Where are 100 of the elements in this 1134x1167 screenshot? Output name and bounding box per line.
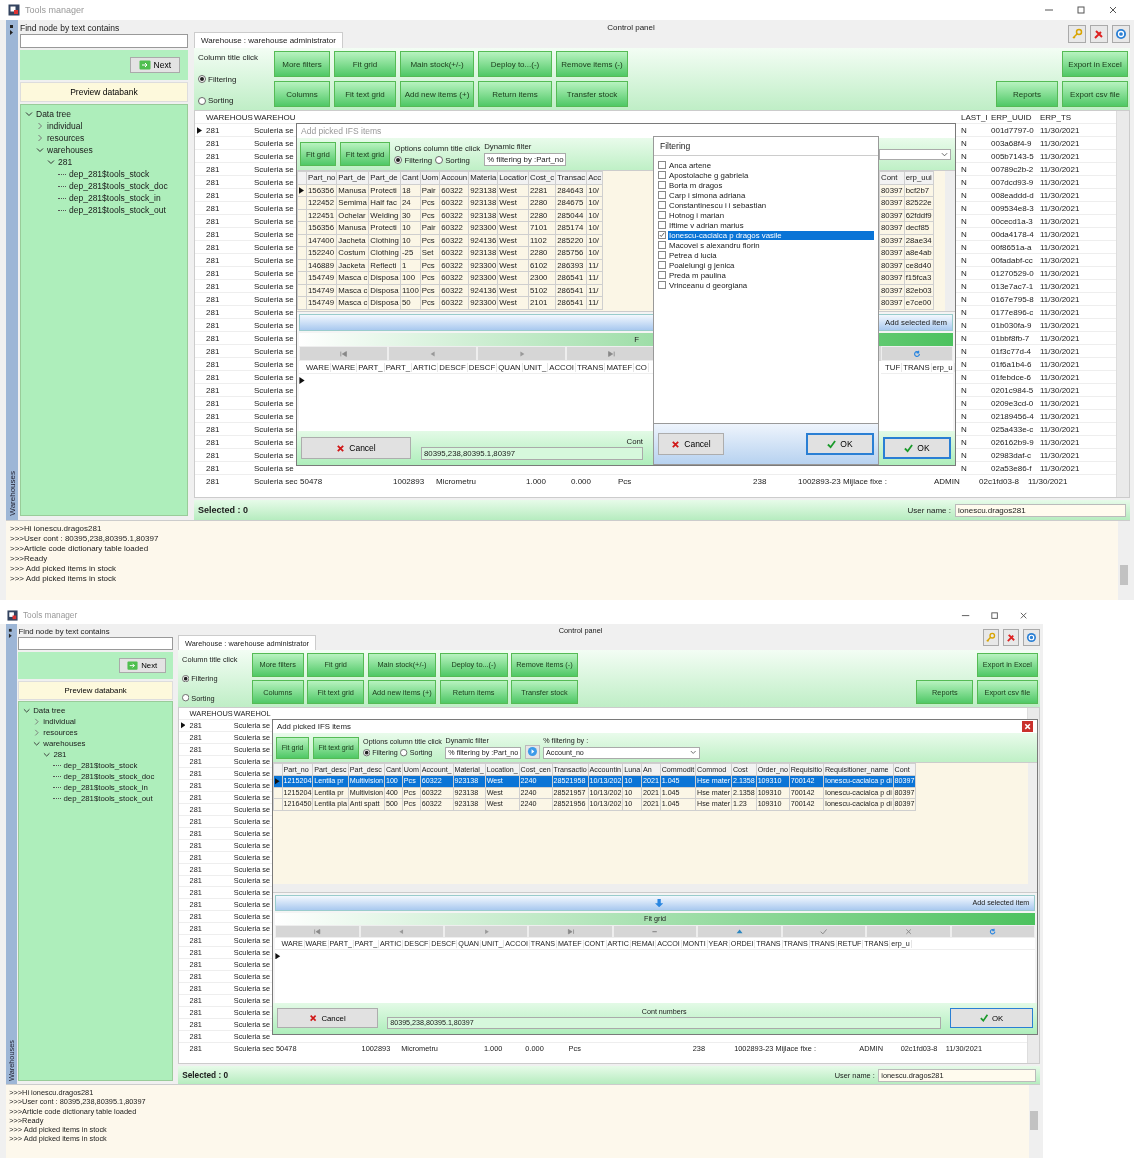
column-dropdown[interactable] [879, 148, 951, 160]
vertical-scrollbar[interactable] [945, 171, 955, 311]
tree-item[interactable]: dep_281$tools_stock [69, 169, 150, 179]
checkbox[interactable] [658, 211, 666, 219]
toolbar-button[interactable]: Main stock(+/-) [367, 652, 436, 677]
maximize-icon[interactable] [1076, 5, 1086, 15]
expand-toggle-icon[interactable] [36, 122, 44, 130]
column-header[interactable]: ERP_TS [1037, 112, 1092, 122]
expand-toggle-icon[interactable] [33, 729, 41, 737]
pin-icon[interactable] [8, 628, 14, 640]
horizontal-scrollbar[interactable] [273, 883, 1028, 893]
radio-button[interactable] [198, 96, 206, 105]
toolbar-button[interactable]: Deploy to...(-) [478, 51, 552, 77]
toolbar-button[interactable]: Reports [996, 81, 1058, 107]
radio-button[interactable] [182, 674, 190, 683]
next-button[interactable]: Next [129, 57, 180, 73]
checkbox[interactable] [658, 261, 666, 269]
toolbar-button[interactable]: Transfer stock [511, 680, 578, 705]
expand-toggle-icon[interactable] [36, 134, 44, 142]
tools-button[interactable] [1002, 629, 1020, 646]
toolbar-button[interactable]: Columns [274, 81, 330, 107]
toolbar-button[interactable]: Remove items (-) [556, 51, 628, 77]
tree-item[interactable]: individual [47, 121, 83, 131]
tree-item[interactable]: resources [47, 133, 85, 143]
cancel-button[interactable]: Cancel [658, 433, 724, 455]
ok-button[interactable]: OK [806, 433, 874, 455]
toolbar-button[interactable]: Add new items (+) [367, 680, 436, 705]
tools-button[interactable] [1090, 25, 1108, 43]
toolbar-button[interactable]: Fit text grid [334, 81, 396, 107]
tree-item[interactable]: warehouses [47, 145, 93, 155]
toolbar-button[interactable]: Columns [252, 680, 304, 705]
radio-button[interactable] [435, 156, 444, 164]
vertical-scrollbar[interactable] [1116, 111, 1129, 497]
help-button[interactable] [1112, 25, 1130, 43]
refresh-button[interactable] [881, 346, 953, 361]
expand-toggle-icon[interactable] [36, 146, 44, 154]
vertical-scrollbar[interactable] [1028, 1085, 1040, 1158]
pin-icon[interactable] [9, 24, 15, 36]
preview-button[interactable]: Preview databank [20, 82, 188, 102]
user-name-field[interactable]: ionescu.dragos281 [878, 1068, 1036, 1082]
checkbox[interactable] [658, 161, 666, 169]
radio-button[interactable] [400, 749, 408, 757]
last-record-button[interactable] [566, 346, 655, 361]
apply-filter-button[interactable] [524, 744, 540, 760]
toolbar-button[interactable]: Export csv file [1062, 81, 1128, 107]
checkbox[interactable] [658, 181, 666, 189]
help-button[interactable] [1023, 629, 1040, 646]
user-name-field[interactable]: ionescu.dragos281 [955, 503, 1126, 517]
ok-button[interactable]: OK [883, 437, 951, 459]
checkbox[interactable] [658, 281, 666, 289]
expand-toggle-icon[interactable] [33, 740, 41, 748]
radio-button[interactable] [363, 749, 371, 757]
checkbox[interactable] [658, 241, 666, 249]
key-button[interactable] [1068, 25, 1086, 43]
column-header[interactable]: LAST_I [958, 112, 988, 122]
expand-toggle-icon[interactable] [47, 158, 55, 166]
tab[interactable]: Warehouse : warehouse administrator [194, 32, 343, 48]
checkbox[interactable] [658, 171, 666, 179]
expand-toggle-icon[interactable] [23, 706, 31, 715]
tree-item[interactable]: 281 [58, 157, 73, 167]
toolbar-button[interactable]: Remove items (-) [511, 652, 578, 677]
toolbar-button[interactable]: Transfer stock [556, 81, 628, 107]
toolbar-button[interactable]: Deploy to...(-) [439, 652, 508, 677]
toolbar-button[interactable]: Export in Excel [977, 652, 1038, 677]
toolbar-button[interactable]: Add new items (+) [400, 81, 474, 107]
column-header[interactable]: ERP_UUID [988, 112, 1037, 122]
close-button[interactable] [1022, 721, 1034, 733]
tab[interactable]: Warehouse : warehouse administrator [178, 635, 316, 651]
toolbar-button[interactable]: Return items [439, 680, 508, 705]
find-field[interactable] [20, 34, 188, 48]
toolbar-button[interactable]: Export in Excel [1062, 51, 1128, 77]
key-button[interactable] [982, 629, 1000, 646]
toolbar-button[interactable]: Fit grid [334, 51, 396, 77]
close-icon[interactable] [1019, 610, 1029, 620]
toolbar-button[interactable]: More filters [274, 51, 330, 77]
checkbox[interactable] [658, 221, 666, 229]
radio-button[interactable] [394, 156, 403, 164]
checkbox[interactable] [658, 251, 666, 259]
toolbar-button[interactable]: More filters [252, 652, 304, 677]
checkbox[interactable] [658, 271, 666, 279]
tree-item[interactable]: dep_281$tools_stock_in [69, 193, 161, 203]
checkbox[interactable] [658, 201, 666, 209]
expand-toggle-icon[interactable] [43, 751, 51, 759]
tree-item[interactable]: Data tree [36, 109, 71, 119]
tree-item[interactable]: dep_281$tools_stock_doc [69, 181, 168, 191]
toolbar-button[interactable]: Reports [916, 680, 974, 705]
column-header[interactable]: WAREHOUS [203, 112, 251, 122]
radio-button[interactable] [198, 75, 206, 83]
expand-toggle-icon[interactable] [33, 718, 41, 726]
radio-button[interactable] [182, 694, 190, 702]
vertical-scrollbar[interactable] [1118, 521, 1130, 600]
toolbar-button[interactable]: Return items [478, 81, 552, 107]
expand-toggle-icon[interactable] [25, 110, 33, 118]
maximize-icon[interactable] [989, 610, 1000, 620]
cancel-button[interactable]: Cancel [301, 437, 411, 459]
toolbar-button[interactable]: Main stock(+/-) [400, 51, 474, 77]
vertical-scrollbar[interactable] [1027, 763, 1037, 893]
checkbox[interactable] [658, 191, 666, 199]
close-icon[interactable] [1108, 5, 1118, 15]
toolbar-button[interactable]: Export csv file [977, 680, 1038, 705]
